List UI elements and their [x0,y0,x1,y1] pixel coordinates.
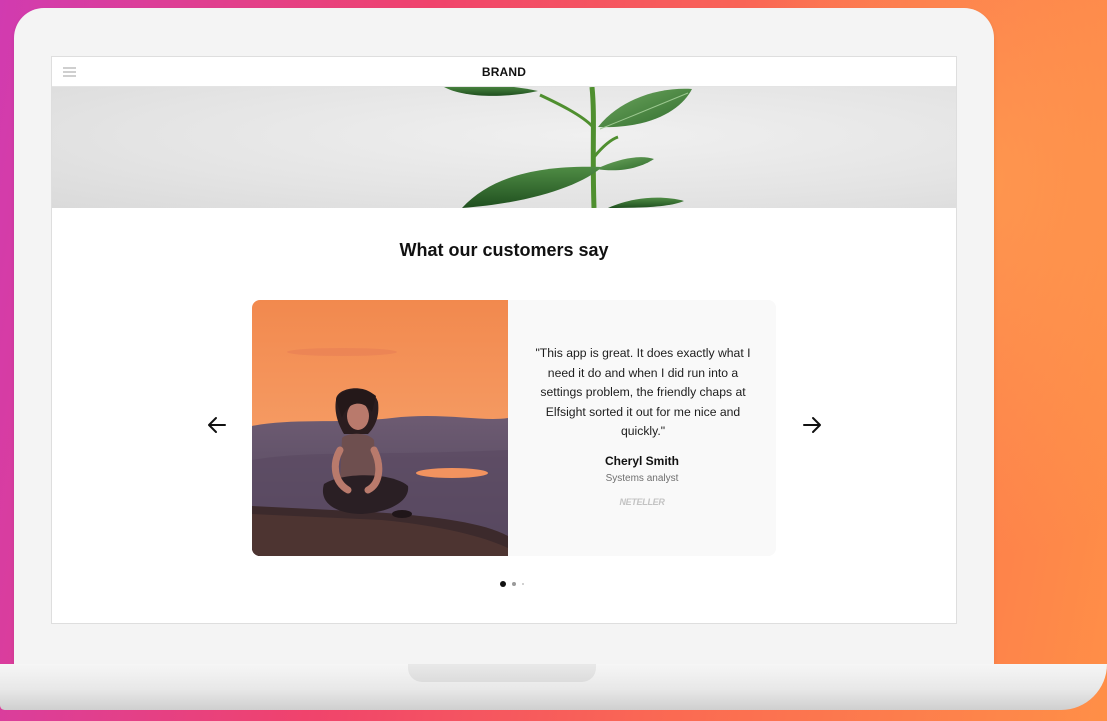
arrow-left-icon [208,417,226,433]
hero-banner-image [52,87,956,208]
previous-slide-button[interactable] [205,413,229,437]
laptop-notch [408,664,596,682]
brand-logo[interactable]: BRAND [52,65,956,79]
company-logo: NETELLER [619,497,665,507]
plant-illustration [444,87,692,208]
testimonial-author-name: Cheryl Smith [604,454,679,468]
testimonial-author-role: Systems analyst [605,473,679,484]
laptop-screen: BRAND What our customers say "This app i… [51,56,957,624]
arrow-right-icon [803,417,821,433]
top-navigation-bar: BRAND [52,57,956,87]
testimonial-quote: "This app is great. It does exactly what… [535,346,751,439]
customer-photo [252,300,508,556]
testimonials-heading: What our customers say [399,240,609,260]
testimonial-content: "This app is great. It does exactly what… [508,300,776,556]
pagination-dot[interactable] [512,582,516,586]
next-slide-button[interactable] [800,413,824,437]
testimonial-card: "This app is great. It does exactly what… [252,300,776,556]
pagination-dot[interactable] [500,581,506,587]
pagination-dot[interactable] [522,583,524,585]
